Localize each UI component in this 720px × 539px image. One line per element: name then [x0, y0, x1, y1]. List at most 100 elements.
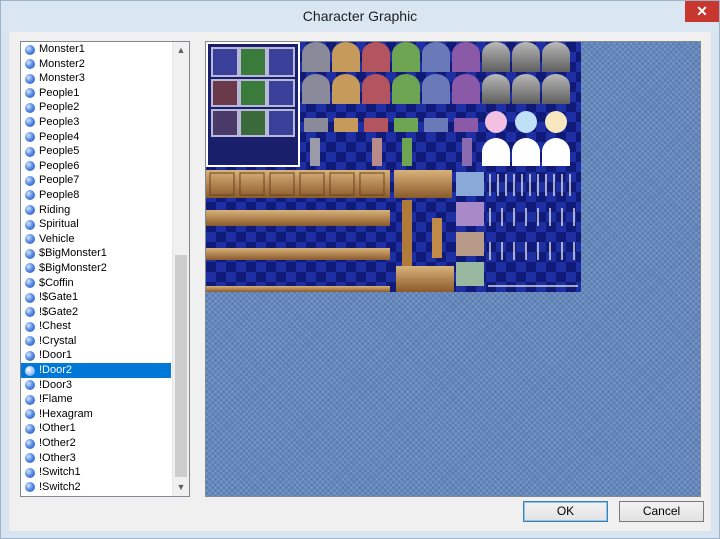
list-item-label: People5: [39, 145, 80, 158]
list-item[interactable]: People1: [21, 86, 171, 101]
list-item[interactable]: People3: [21, 115, 171, 130]
ok-button[interactable]: OK: [523, 501, 608, 522]
list-item[interactable]: People6: [21, 159, 171, 174]
file-icon: [25, 438, 35, 449]
list-item[interactable]: !Other1: [21, 421, 171, 436]
file-icon: [25, 117, 35, 128]
list-item-label: $BigMonster2: [39, 261, 107, 274]
list-item-label: !$Gate2: [39, 305, 79, 318]
list-item-label: People7: [39, 174, 80, 187]
title-bar: Character Graphic ✕: [1, 1, 719, 32]
list-item-label: !Other2: [39, 437, 76, 450]
scroll-down-arrow-icon[interactable]: ▼: [173, 479, 189, 496]
file-icon: [25, 190, 35, 201]
close-icon: ✕: [696, 3, 708, 19]
list-item[interactable]: People2: [21, 100, 171, 115]
door-sprite-sheet[interactable]: [206, 42, 581, 292]
list-item-label: !Chest: [39, 320, 71, 333]
file-icon: [25, 44, 35, 55]
file-icon: [25, 278, 35, 288]
list-item[interactable]: !Other2: [21, 436, 171, 451]
list-item-label: !Door1: [39, 349, 73, 362]
list-item-label: !Door2: [39, 364, 73, 377]
list-item[interactable]: !Switch2: [21, 480, 171, 495]
file-icon: [25, 248, 35, 259]
list-item[interactable]: Vehicle: [21, 232, 171, 247]
list-item-label: !$Gate1: [39, 291, 79, 304]
list-item[interactable]: !Flame: [21, 392, 171, 407]
list-items: Monster1 Monster2 Monster3 People1 People2 Pe…: [21, 42, 171, 494]
list-item[interactable]: $BigMonster2: [21, 261, 171, 276]
list-item[interactable]: Monster2: [21, 57, 171, 72]
list-item-label: People1: [39, 86, 80, 99]
file-icon: [25, 88, 35, 99]
list-item-label: Monster2: [39, 57, 85, 70]
list-item[interactable]: !$Gate1: [21, 290, 171, 305]
file-icon: [25, 59, 35, 70]
list-item[interactable]: !Hexagram: [21, 407, 171, 422]
file-icon: [25, 380, 35, 391]
cancel-button[interactable]: Cancel: [619, 501, 704, 522]
list-item-label: !Crystal: [39, 334, 77, 347]
file-icon: [25, 482, 35, 493]
list-item[interactable]: !Door2: [21, 363, 171, 378]
file-icon: [25, 394, 35, 405]
list-item[interactable]: !Door1: [21, 348, 171, 363]
list-item[interactable]: Riding: [21, 203, 171, 218]
file-icon: [25, 365, 35, 376]
list-item-label: !Other3: [39, 451, 76, 464]
list-item-label: People8: [39, 188, 80, 201]
list-item-label: Vehicle: [39, 232, 75, 245]
list-item-label: !Switch1: [39, 466, 81, 479]
list-item[interactable]: People4: [21, 130, 171, 145]
list-item[interactable]: !Other3: [21, 451, 171, 466]
file-icon: [25, 423, 35, 434]
close-button[interactable]: ✕: [685, 1, 719, 22]
list-item-label: $BigMonster1: [39, 247, 107, 260]
list-item[interactable]: !Door3: [21, 378, 171, 393]
list-item-label: !Door3: [39, 378, 73, 391]
list-item-label: Monster1: [39, 43, 85, 55]
list-scrollbar[interactable]: ▲ ▼: [172, 42, 189, 496]
list-item[interactable]: Spiritual: [21, 217, 171, 232]
list-item-label: Spiritual: [39, 218, 79, 231]
file-icon: [25, 350, 35, 361]
list-item[interactable]: Monster1: [21, 42, 171, 57]
file-icon: [25, 146, 35, 157]
file-icon: [25, 336, 35, 347]
graphic-file-list[interactable]: Monster1 Monster2 Monster3 People1 People2 Pe…: [20, 41, 190, 497]
list-item[interactable]: People8: [21, 188, 171, 203]
list-item[interactable]: !$Gate2: [21, 305, 171, 320]
dialog-title: Character Graphic: [302, 8, 418, 24]
graphic-preview[interactable]: [205, 41, 701, 497]
list-item-label: !Flame: [39, 393, 73, 406]
list-item[interactable]: People7: [21, 173, 171, 188]
list-item-label: People4: [39, 130, 80, 143]
file-icon: [25, 73, 35, 84]
list-item[interactable]: People5: [21, 144, 171, 159]
list-item-label: People6: [39, 159, 80, 172]
file-icon: [25, 205, 35, 216]
character-graphic-dialog: Character Graphic ✕ Monster1 Monster2 Mons…: [0, 0, 720, 539]
list-item-label: People3: [39, 115, 80, 128]
file-icon: [25, 234, 35, 245]
list-item[interactable]: !Chest: [21, 319, 171, 334]
scroll-thumb[interactable]: [175, 255, 187, 477]
list-item[interactable]: $BigMonster1: [21, 246, 171, 261]
list-item-label: !Hexagram: [39, 407, 93, 420]
list-item[interactable]: $Coffin: [21, 276, 171, 291]
file-icon: [25, 132, 35, 143]
list-item-label: People2: [39, 101, 80, 114]
list-item[interactable]: Monster3: [21, 71, 171, 86]
file-icon: [25, 219, 35, 230]
file-icon: [25, 321, 35, 332]
list-item[interactable]: !Switch1: [21, 465, 171, 480]
list-item-label: !Switch2: [39, 480, 81, 493]
gate-sprites: [206, 42, 300, 167]
file-icon: [25, 453, 35, 464]
file-icon: [25, 292, 35, 303]
list-item[interactable]: !Crystal: [21, 334, 171, 349]
file-icon: [25, 102, 35, 113]
file-icon: [25, 161, 35, 172]
scroll-up-arrow-icon[interactable]: ▲: [173, 42, 189, 59]
